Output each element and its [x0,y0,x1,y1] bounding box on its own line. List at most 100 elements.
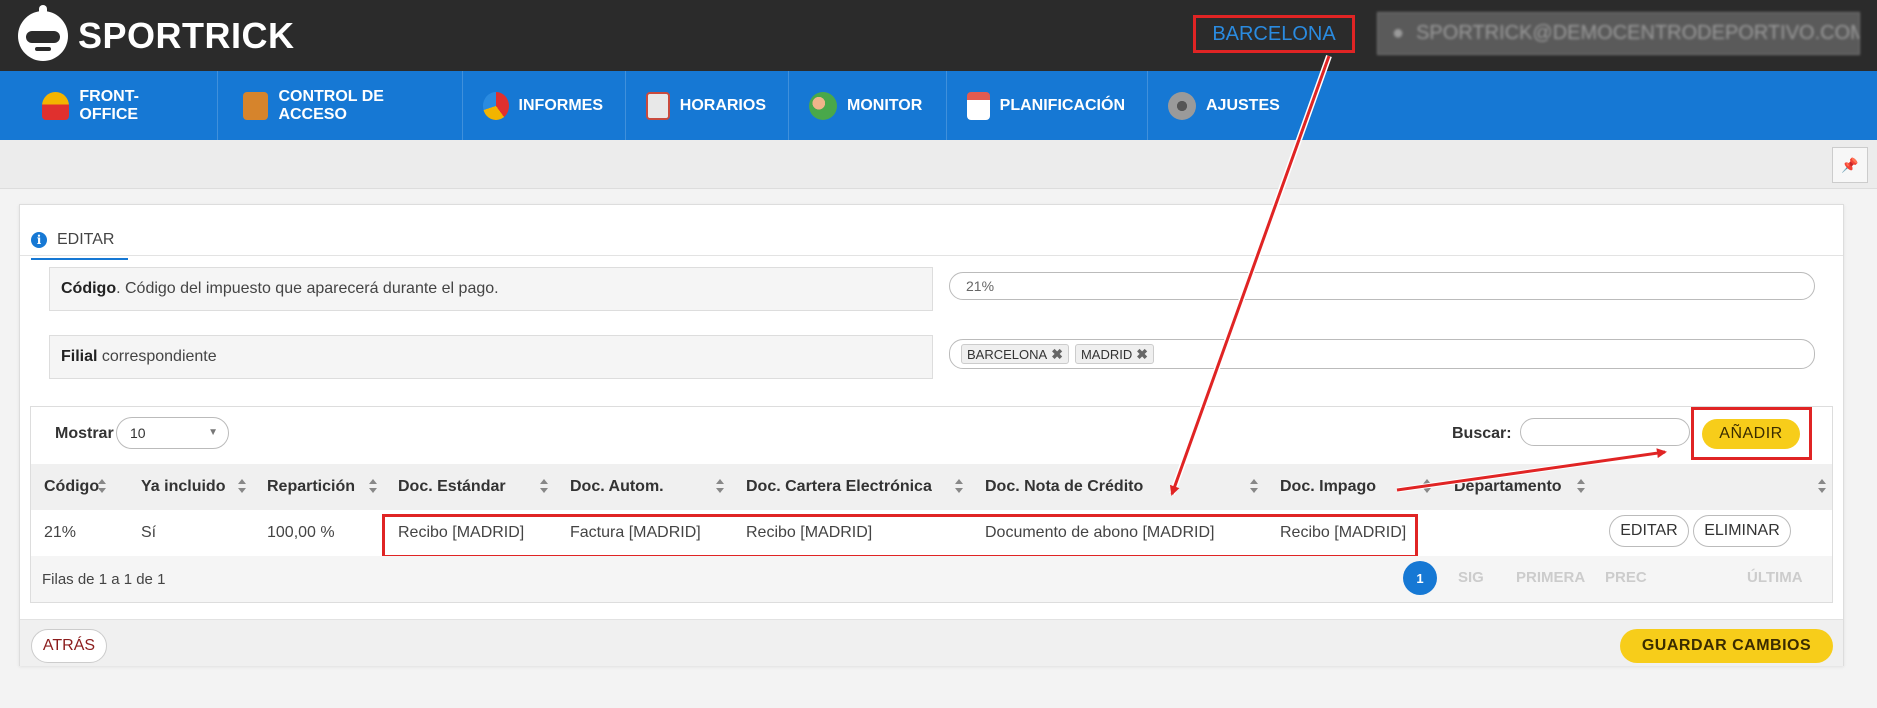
nav-label: CONTROL DE ACCESO [278,87,384,123]
app-logo[interactable]: SPORTRICK [18,5,295,62]
gear-icon [1168,91,1196,120]
cell-doc-nota-credito: Documento de abono [MADRID] [985,524,1215,541]
cell-doc-impago: Recibo [MADRID] [1280,524,1407,541]
edit-row-button[interactable]: EDITAR [1609,515,1689,547]
table-row: 21% Sí 100,00 % Recibo [MADRID] Factura … [31,510,1832,556]
top-bar: SPORTRICK BARCELONA ● SPORTRICK@DEMOCENT… [0,0,1877,71]
turnstile-icon [243,91,269,120]
col-ya-incluido[interactable]: Ya incluido [141,464,225,510]
sort-icon[interactable] [237,479,247,495]
add-button[interactable]: AÑADIR [1702,419,1800,449]
sort-icon[interactable] [1422,479,1432,495]
col-doc-autom[interactable]: Doc. Autom. [570,464,664,510]
tag-label: BARCELONA [967,346,1048,362]
nav-label: FRONT-OFFICE [79,87,139,123]
filial-tag: MADRID ✖ [1074,344,1154,364]
codigo-label-bold: Código [61,280,117,297]
nav-horarios[interactable]: HORARIOS [626,71,789,140]
sort-icon[interactable] [97,479,107,495]
sort-icon[interactable] [1576,479,1586,495]
sort-icon[interactable] [368,479,378,495]
cell-doc-autom: Factura [MADRID] [570,524,701,541]
filial-tag-input[interactable]: BARCELONA ✖ MADRID ✖ [949,339,1815,369]
sub-toolbar: 📌 [0,140,1877,189]
main-nav: FRONT-OFFICE CONTROL DE ACCESO INFORMES … [0,71,1877,149]
info-icon: i [31,232,47,248]
col-doc-nota-credito[interactable]: Doc. Nota de Crédito [985,464,1143,510]
nav-label: PLANIFICACIÓN [999,96,1125,114]
calendar-icon [967,91,990,120]
nav-label: MONITOR [847,96,923,114]
nav-label: HORARIOS [679,96,766,114]
show-entries-select[interactable]: 10 ▼ [116,417,229,449]
pin-button[interactable]: 📌 [1832,147,1868,183]
cell-doc-estandar: Recibo [MADRID] [398,524,525,541]
nav-label: INFORMES [518,96,603,114]
sort-icon[interactable] [1817,479,1827,495]
filial-label-text: correspondiente [97,348,217,365]
brand-name: SPORTRICK [78,15,295,56]
nav-informes[interactable]: INFORMES [463,71,626,140]
sportrick-logo-icon [18,5,68,61]
col-doc-impago[interactable]: Doc. Impago [1280,464,1376,510]
filial-label-bold: Filial [61,348,98,365]
col-doc-cartera[interactable]: Doc. Cartera Electrónica [746,464,932,510]
rows-info: Filas de 1 a 1 de 1 [42,571,166,588]
nav-monitor[interactable]: MONITOR [789,71,947,140]
users-icon [809,91,837,120]
table-footer: Filas de 1 a 1 de 1 PRIMERA PREC 1 ÚLTIM… [31,556,1832,602]
nav-label: AJUSTES [1206,96,1280,114]
sort-icon[interactable] [954,479,964,495]
codigo-label: Código. Código del impuesto que aparecer… [49,267,933,311]
show-entries-value: 10 [130,425,146,441]
pager-prev[interactable]: PREC [1605,569,1647,586]
user-account-button[interactable]: ● SPORTRICK@DEMOCENTRODEPORTIVO.COM [1377,12,1860,55]
tag-label: MADRID [1080,346,1133,362]
back-button[interactable]: ATRÁS [31,629,107,663]
sort-icon[interactable] [1249,479,1259,495]
sort-icon[interactable] [715,479,725,495]
chevron-down-icon: ▼ [208,427,218,438]
cell-ya-incluido: Sí [141,524,157,541]
show-entries-label: Mostrar [55,425,114,442]
user-email: SPORTRICK@DEMOCENTRODEPORTIVO.COM [1416,22,1860,44]
user-icon: ● [1392,22,1405,44]
person-icon [42,91,70,120]
pager-first[interactable]: PRIMERA [1516,569,1585,586]
col-codigo[interactable]: Código [44,464,99,510]
branch-selector[interactable]: BARCELONA [1193,15,1355,53]
codigo-input[interactable]: 21% [949,272,1815,300]
edit-panel: i EDITAR Código. Código del impuesto que… [19,204,1844,666]
pager-next[interactable]: SIG [1458,569,1484,586]
delete-row-button[interactable]: ELIMINAR [1693,515,1791,547]
col-doc-estandar[interactable]: Doc. Estándar [398,464,506,510]
cell-codigo: 21% [44,524,77,541]
search-label: Buscar: [1452,425,1512,442]
nav-ajustes[interactable]: AJUSTES [1148,71,1302,149]
nav-planificacion[interactable]: PLANIFICACIÓN [947,71,1148,140]
nav-control-acceso[interactable]: CONTROL DE ACCESO [218,71,463,140]
filial-label: Filial correspondiente [49,335,933,379]
nav-front-office[interactable]: FRONT-OFFICE [0,71,218,140]
remove-tag-icon[interactable]: ✖ [1136,346,1148,363]
pin-icon: 📌 [1841,156,1859,173]
table-header: Código Ya incluido Repartición Doc. Está… [31,464,1832,510]
remove-tag-icon[interactable]: ✖ [1051,346,1063,363]
search-input[interactable] [1520,418,1690,446]
divider [20,255,1843,256]
pager-current[interactable]: 1 [1403,561,1437,595]
cell-reparticion: 100,00 % [267,524,335,541]
save-changes-button[interactable]: GUARDAR CAMBIOS [1620,629,1833,663]
filial-tag: BARCELONA ✖ [961,344,1069,364]
pager-last[interactable]: ÚLTIMA [1747,569,1803,586]
col-departamento[interactable]: Departamento [1454,464,1562,510]
tax-table-container: Mostrar 10 ▼ Buscar: AÑADIR Código Ya in… [30,406,1833,603]
col-reparticion[interactable]: Repartición [267,464,355,510]
calendar-grid-icon [646,91,670,120]
sort-icon[interactable] [539,479,549,495]
pie-chart-icon [483,91,509,120]
tab-label: EDITAR [57,231,115,248]
add-button-highlight: AÑADIR [1691,407,1812,460]
cell-doc-cartera: Recibo [MADRID] [746,524,873,541]
codigo-label-text: . Código del impuesto que aparecerá dura… [116,280,499,297]
